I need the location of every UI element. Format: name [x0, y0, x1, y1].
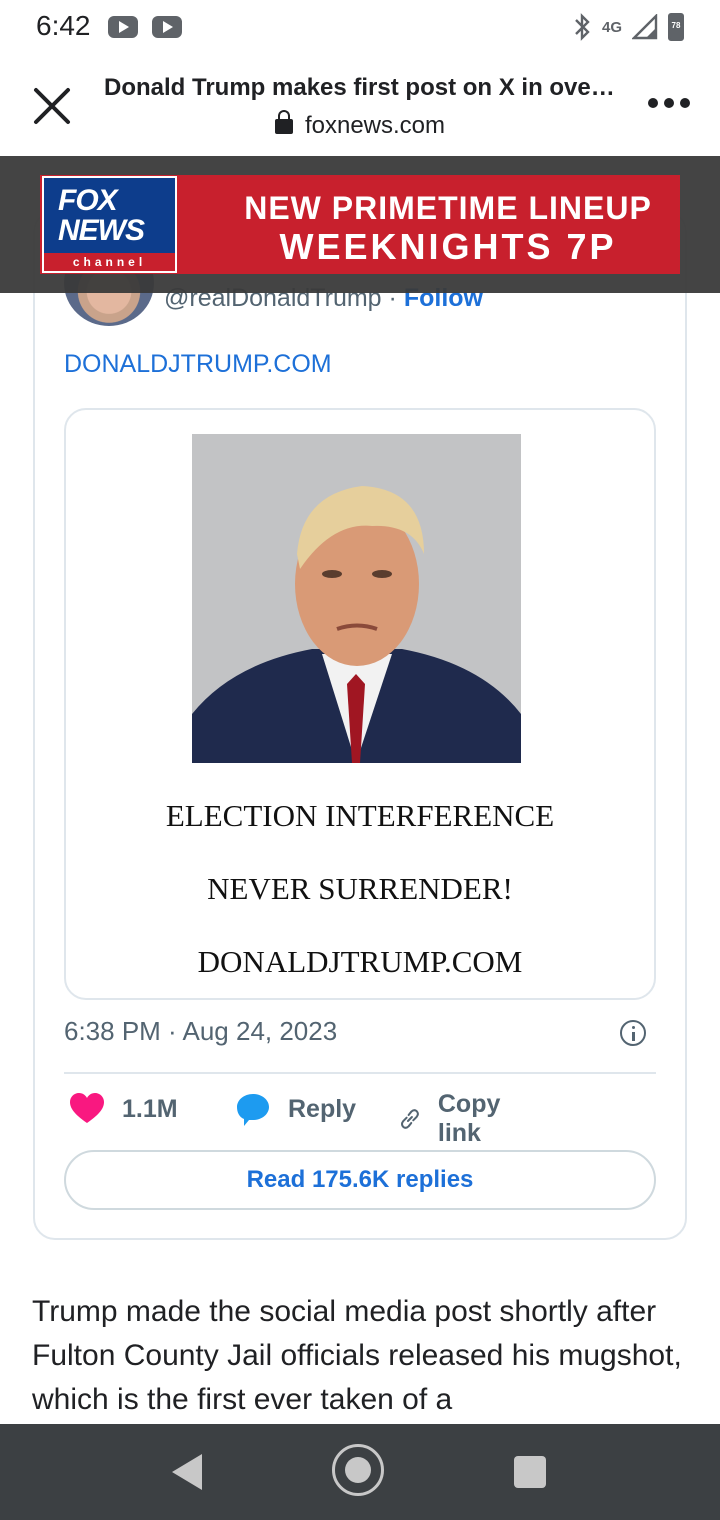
like-button[interactable]: 1.1M [68, 1090, 178, 1128]
logo-news-text: NEWS [58, 214, 145, 247]
mugshot-image [192, 434, 521, 763]
media-text-line-3: DONALDJTRUMP.COM [197, 944, 523, 979]
recents-icon[interactable] [514, 1456, 546, 1488]
status-time: 6:42 [36, 10, 91, 41]
logo-channel-text: channel [44, 253, 175, 271]
home-icon[interactable] [332, 1444, 384, 1496]
read-replies-button[interactable]: Read 175.6K replies [64, 1150, 656, 1210]
ad-headline: NEW PRIMETIME LINEUP [244, 190, 652, 226]
info-icon[interactable] [620, 1020, 646, 1046]
system-nav-bar [0, 1424, 720, 1520]
article-paragraph: Trump made the social media post shortly… [32, 1295, 682, 1416]
divider [64, 1072, 656, 1074]
more-options-icon[interactable] [648, 98, 690, 108]
browser-header: Donald Trump makes first post on X in ov… [0, 56, 720, 156]
fox-news-logo: FOX NEWS channel [42, 176, 177, 273]
like-count: 1.1M [122, 1094, 178, 1123]
copy-link-label: Copy link [437, 1090, 501, 1147]
youtube-notification-icon [108, 16, 138, 38]
signal-icon [632, 14, 658, 40]
reply-bubble-icon [237, 1094, 269, 1126]
reply-label: Reply [288, 1094, 357, 1123]
ad-subheadline: WEEKNIGHTS 7P [279, 226, 617, 267]
copy-link-button[interactable]: Copy link [398, 1090, 513, 1148]
page-title: Donald Trump makes first post on X in ov… [104, 74, 615, 101]
heart-icon [70, 1093, 104, 1123]
battery-level: 78 [671, 21, 681, 30]
reply-button[interactable]: Reply [234, 1090, 356, 1128]
url-text: foxnews.com [304, 112, 446, 139]
lock-icon [274, 110, 293, 134]
bluetooth-icon [575, 13, 590, 41]
network-type-label: 4G [601, 18, 622, 36]
back-icon[interactable] [172, 1454, 202, 1490]
media-text-line-1: ELECTION INTERFERENCE [165, 798, 555, 833]
status-bar: 6:42 4G 78 [0, 0, 720, 56]
page-url: foxnews.com [0, 110, 720, 140]
tweet-link[interactable]: DONALDJTRUMP.COM [64, 350, 332, 379]
media-text-line-2: NEVER SURRENDER! [207, 871, 513, 906]
battery-icon: 78 [668, 13, 684, 41]
logo-fox-text: FOX [58, 184, 118, 217]
youtube-notification-icon [152, 16, 182, 38]
tweet-timestamp[interactable]: 6:38 PM · Aug 24, 2023 [64, 1016, 337, 1047]
link-icon [400, 1109, 419, 1129]
